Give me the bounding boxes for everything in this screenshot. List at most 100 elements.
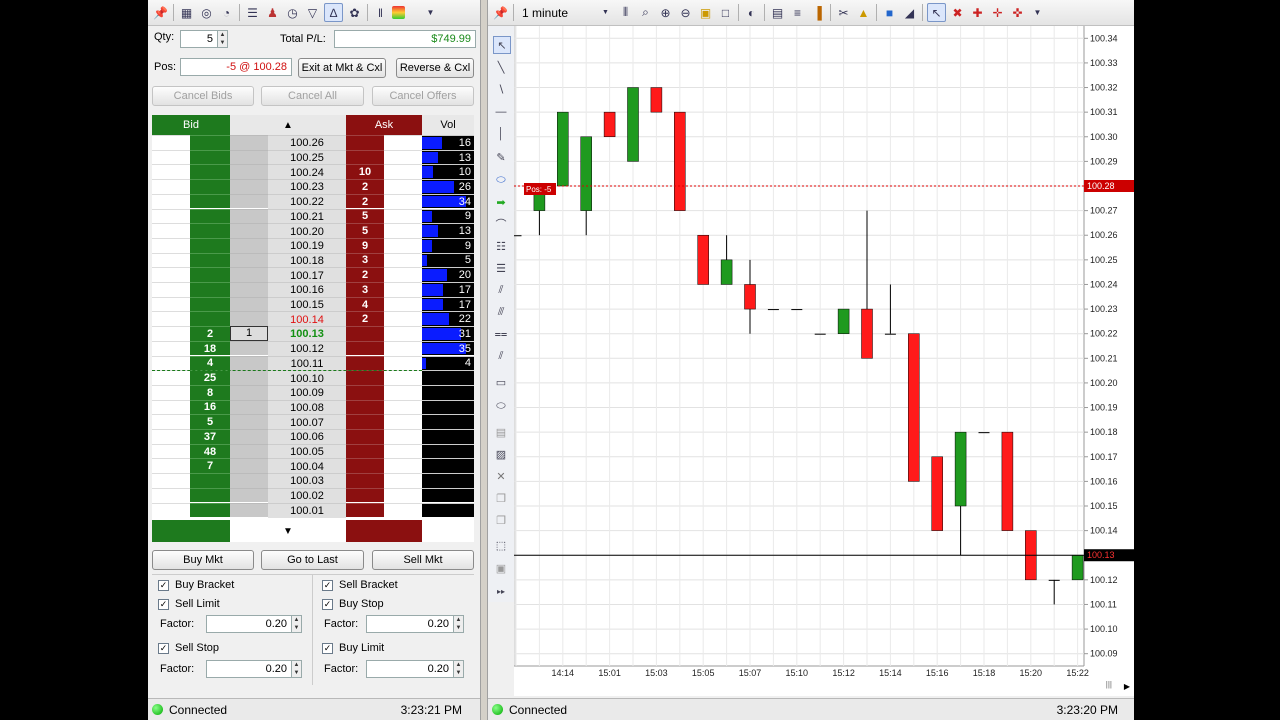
order-cell[interactable] (230, 355, 268, 371)
buy-order-cell[interactable] (152, 429, 190, 444)
clock-icon[interactable]: ◷ (284, 4, 301, 21)
candle-up[interactable] (557, 111, 569, 187)
sell-order-cell[interactable] (384, 223, 422, 238)
sell-order-cell[interactable] (384, 252, 422, 268)
ask-cell[interactable] (346, 135, 384, 150)
buy-order-cell[interactable] (152, 355, 190, 371)
shield-icon[interactable]: ▽ (304, 4, 321, 21)
bid-cell[interactable] (190, 487, 230, 503)
bid-cell[interactable]: 2 (190, 326, 230, 341)
candle-up[interactable] (884, 333, 896, 335)
sell-bracket-checkbox[interactable]: ✓ Sell Bracket (322, 579, 398, 591)
ask-cell[interactable] (346, 149, 384, 165)
bid-cell[interactable] (190, 223, 230, 238)
ask-cell[interactable] (346, 502, 384, 518)
bid-cell[interactable] (190, 208, 230, 224)
candle-up[interactable] (627, 87, 639, 162)
select-icon[interactable]: ⬚ (493, 537, 509, 553)
pin-icon[interactable]: 📌 (492, 4, 509, 21)
chevron-down-icon[interactable]: ▼ (294, 625, 300, 631)
sell-stop-checkbox[interactable]: ✓ Sell Stop (158, 642, 219, 654)
zoom-out-icon[interactable]: ⊖ (677, 4, 694, 21)
sell-order-cell[interactable] (384, 443, 422, 459)
sell-order-cell[interactable] (384, 282, 422, 297)
buy-limit-checkbox[interactable]: ✓ Buy Limit (322, 642, 384, 654)
ask-cell[interactable]: 5 (346, 223, 384, 238)
buy-order-cell[interactable] (152, 473, 190, 488)
bid-cell[interactable]: 8 (190, 384, 230, 400)
buy-order-cell[interactable] (152, 370, 190, 385)
order-cell[interactable] (230, 502, 268, 518)
sell-order-cell[interactable] (384, 149, 422, 165)
factor-spin-1[interactable]: ▲ ▼ (292, 615, 302, 633)
order-cell[interactable] (230, 399, 268, 415)
sell-order-cell[interactable] (384, 384, 422, 400)
global-crosshair-icon[interactable]: ✚ (969, 4, 986, 21)
checkbox-check-icon[interactable]: ✓ (158, 598, 169, 610)
order-cell[interactable] (230, 164, 268, 180)
bid-cell[interactable] (190, 135, 230, 150)
sell-order-cell[interactable] (384, 355, 422, 371)
scroll-down-button[interactable]: ▼ (230, 520, 346, 542)
candle-down[interactable] (861, 308, 873, 359)
bid-cell[interactable]: 5 (190, 414, 230, 429)
sell-order-cell[interactable] (384, 193, 422, 209)
factor-input-2[interactable]: 0.20 (366, 615, 454, 633)
ask-cell[interactable]: 2 (346, 311, 384, 327)
candle-down[interactable] (931, 456, 943, 531)
chevron-down-icon[interactable]: ▼ (294, 670, 300, 676)
candle-up[interactable] (580, 136, 592, 211)
order-cell[interactable] (230, 267, 268, 282)
chevron-right-icon[interactable]: ▶ (1124, 682, 1130, 691)
fib-retracement-icon[interactable]: ☷ (493, 238, 509, 254)
scroll-grip-icon[interactable]: ||| (1106, 680, 1112, 689)
order-cell[interactable] (230, 296, 268, 312)
regression-icon[interactable]: ⩵ (493, 326, 509, 342)
candle-up[interactable] (954, 431, 967, 507)
lock-icon[interactable]: ▣ (697, 4, 714, 21)
candle-up[interactable] (1071, 554, 1084, 581)
buy-order-cell[interactable] (152, 458, 190, 474)
exit-at-mkt-button[interactable]: Exit at Mkt & Cxl (298, 58, 386, 78)
candle-up[interactable] (514, 235, 522, 237)
buy-order-cell[interactable] (152, 326, 190, 341)
sell-order-cell[interactable] (384, 414, 422, 429)
checkbox-check-icon[interactable]: ✓ (322, 642, 333, 654)
buy-order-cell[interactable] (152, 252, 190, 268)
order-cell[interactable] (230, 208, 268, 224)
buy-mkt-button[interactable]: Buy Mkt (152, 550, 254, 570)
arrow-icon[interactable]: ➡ (493, 194, 509, 210)
order-cell[interactable] (230, 237, 268, 253)
bid-cell[interactable] (190, 237, 230, 253)
factor-input-1[interactable]: 0.20 (206, 615, 292, 633)
sell-order-cell[interactable] (384, 237, 422, 253)
ask-cell[interactable]: 5 (346, 208, 384, 224)
ask-cell[interactable] (346, 340, 384, 356)
factor-spin-3[interactable]: ▲ ▼ (292, 660, 302, 678)
bid-cell[interactable] (190, 296, 230, 312)
order-cell[interactable] (230, 443, 268, 459)
magic-icon[interactable]: ✿ (346, 4, 363, 21)
candle-up[interactable] (720, 259, 733, 285)
order-cell[interactable] (230, 282, 268, 297)
bid-cell[interactable] (190, 179, 230, 194)
chevron-up-icon[interactable]: ▲ (294, 617, 300, 623)
bid-cell[interactable] (190, 282, 230, 297)
chevron-down-icon[interactable]: ▼ (456, 670, 462, 676)
ask-cell[interactable] (346, 399, 384, 415)
cancel-all-button[interactable]: Cancel All (261, 86, 364, 106)
sell-order-cell[interactable] (384, 458, 422, 474)
checkbox-check-icon[interactable]: ✓ (158, 579, 169, 591)
sell-order-cell[interactable] (384, 208, 422, 224)
ask-cell[interactable] (346, 443, 384, 459)
buy-order-cell[interactable] (152, 208, 190, 224)
chevron-down-icon[interactable]: ▼ (220, 40, 226, 46)
buy-order-cell[interactable] (152, 179, 190, 194)
bid-cell[interactable]: 18 (190, 340, 230, 356)
bid-cell[interactable]: 48 (190, 443, 230, 459)
order-cell[interactable] (230, 193, 268, 209)
chevron-up-icon[interactable]: ▲ (456, 617, 462, 623)
scroll-up-button[interactable]: ▲ (230, 115, 346, 135)
candle-down[interactable] (1001, 431, 1014, 531)
bid-cell[interactable]: 37 (190, 429, 230, 444)
